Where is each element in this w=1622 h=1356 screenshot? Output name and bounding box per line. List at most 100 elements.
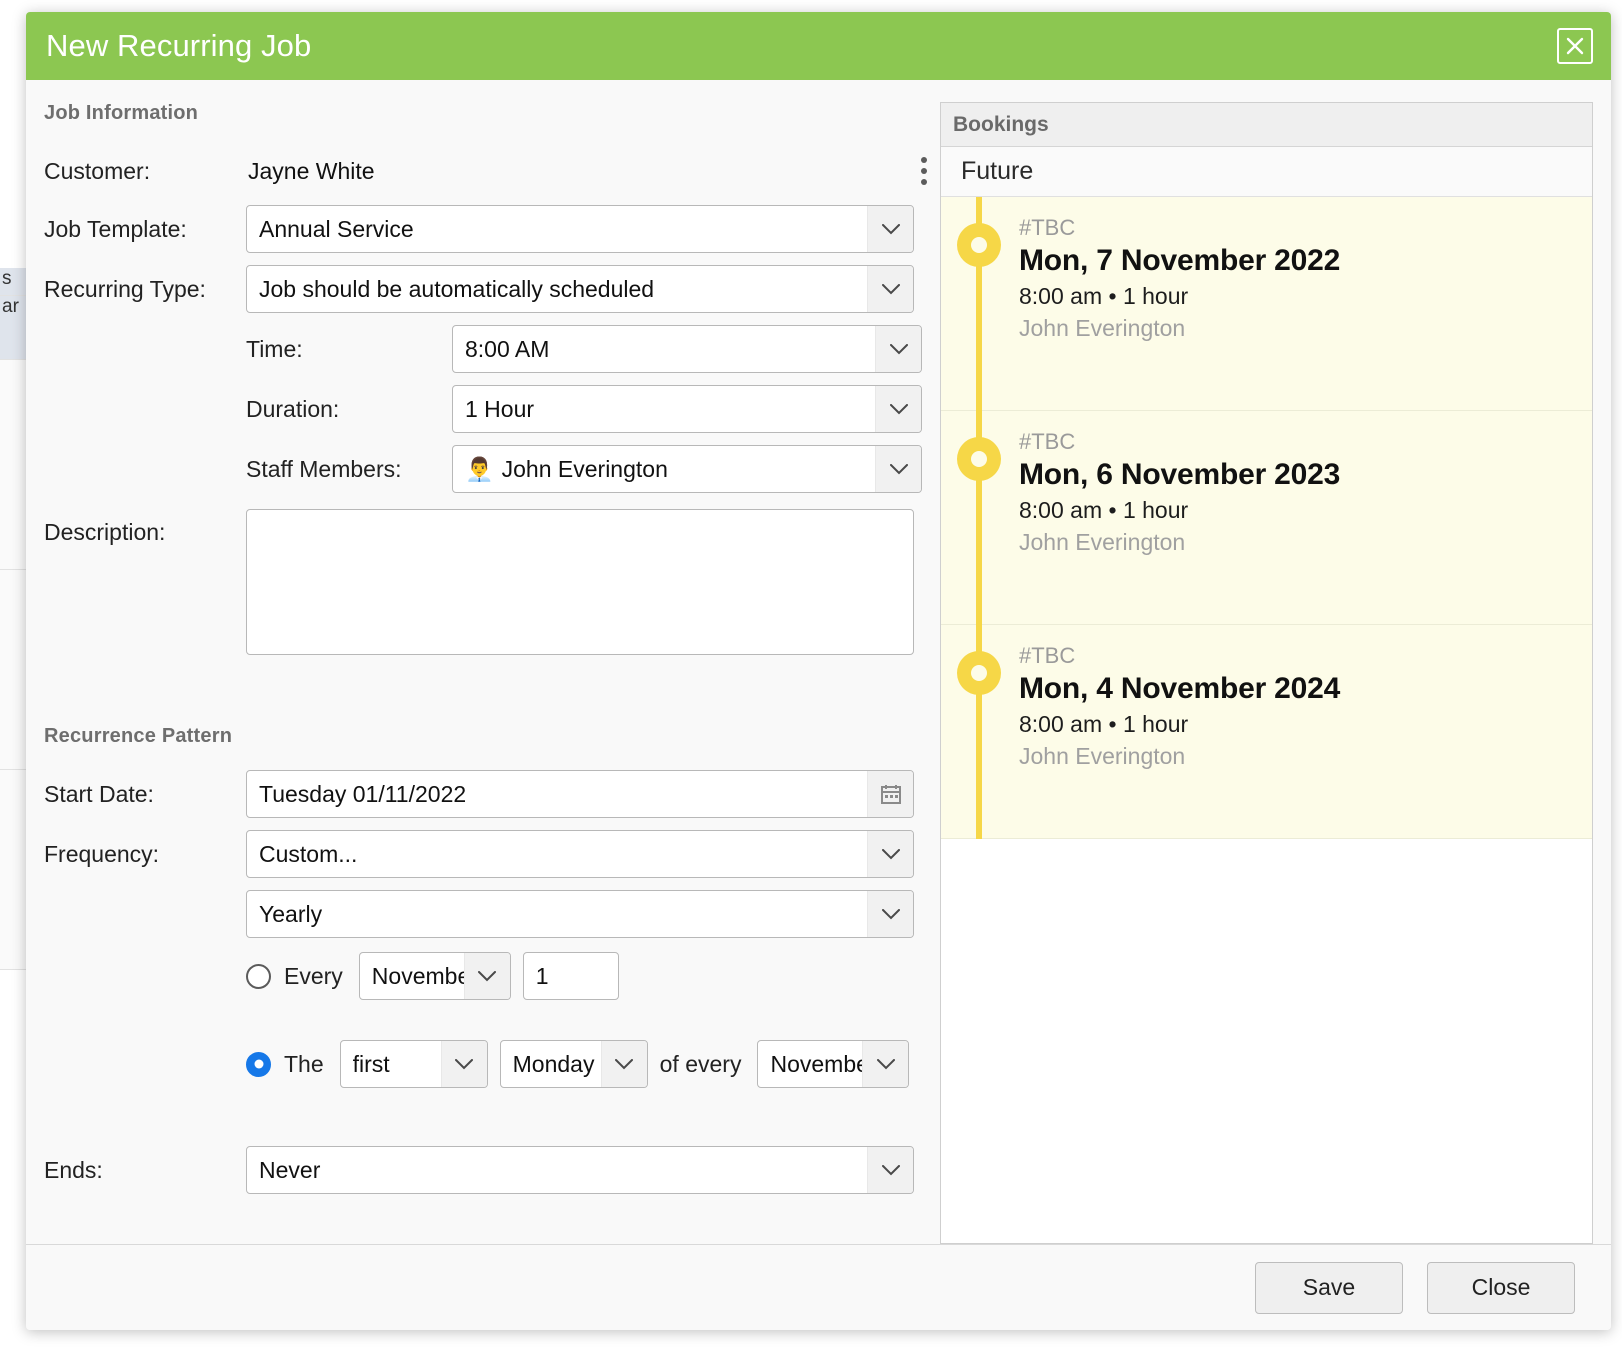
every-month-select[interactable]: November [359, 952, 511, 1000]
background-row [0, 360, 26, 570]
every-label: Every [284, 963, 343, 990]
dialog-titlebar: New Recurring Job [26, 12, 1611, 80]
chevron-down-icon [867, 1147, 913, 1193]
option-spacer [40, 1000, 934, 1024]
dialog-body: Job Information Customer: Jayne White Jo… [26, 80, 1611, 1244]
booking-time: 8:00 am • 1 hour [1019, 711, 1592, 738]
ordinal-select[interactable]: first [340, 1040, 488, 1088]
background-row-selected: s [0, 268, 26, 296]
job-information-heading: Job Information [44, 102, 934, 125]
job-template-select[interactable]: Annual Service [246, 205, 914, 253]
duration-value: 1 Hour [465, 396, 875, 423]
booking-date: Mon, 4 November 2024 [1019, 672, 1592, 706]
status-dot-icon [957, 223, 1001, 267]
duration-label: Duration: [40, 396, 452, 423]
chevron-down-icon [441, 1041, 487, 1087]
staff-members-row: Staff Members: 👨‍💼 John Everington [40, 445, 934, 493]
radio-the[interactable] [246, 1052, 271, 1077]
close-icon[interactable] [1557, 28, 1593, 64]
start-date-value: Tuesday 01/11/2022 [259, 781, 867, 808]
booking-reference: #TBC [1019, 643, 1592, 669]
booking-date: Mon, 6 November 2023 [1019, 458, 1592, 492]
booking-staff: John Everington [1019, 743, 1592, 770]
recurrence-option-every-row: Every November 1 [246, 952, 934, 1000]
of-every-label: of every [660, 1051, 742, 1078]
chevron-down-icon [875, 446, 921, 492]
chevron-down-icon [862, 1041, 908, 1087]
ordinal-value: first [353, 1051, 441, 1078]
booking-staff: John Everington [1019, 315, 1592, 342]
time-value: 8:00 AM [465, 336, 875, 363]
customer-label: Customer: [40, 158, 246, 185]
kebab-menu-icon[interactable] [917, 153, 931, 189]
job-template-label: Job Template: [40, 216, 246, 243]
time-row: Time: 8:00 AM [40, 325, 934, 373]
frequency-select[interactable]: Custom... [246, 830, 914, 878]
calendar-icon[interactable] [867, 771, 913, 817]
chevron-down-icon [867, 266, 913, 312]
radio-every[interactable] [246, 964, 271, 989]
frequency-label: Frequency: [40, 841, 246, 868]
background-row [0, 770, 26, 970]
customer-row: Customer: Jayne White [40, 147, 934, 195]
background-row-selected-2: ar [0, 296, 26, 360]
the-month-select[interactable]: November [757, 1040, 909, 1088]
booking-reference: #TBC [1019, 215, 1592, 241]
list-item[interactable]: #TBC Mon, 6 November 2023 8:00 am • 1 ho… [941, 411, 1592, 625]
recurring-type-row: Recurring Type: Job should be automatica… [40, 265, 934, 313]
booking-date: Mon, 7 November 2022 [1019, 244, 1592, 278]
status-dot-icon [957, 651, 1001, 695]
description-label: Description: [40, 509, 246, 546]
close-button[interactable]: Close [1427, 1262, 1575, 1314]
background-row [0, 570, 26, 770]
job-template-value: Annual Service [259, 216, 867, 243]
staff-members-select[interactable]: 👨‍💼 John Everington [452, 445, 922, 493]
recurring-type-select[interactable]: Job should be automatically scheduled [246, 265, 914, 313]
chevron-down-icon [875, 326, 921, 372]
every-day-number-input[interactable]: 1 [523, 952, 619, 1000]
chevron-down-icon [867, 206, 913, 252]
staff-members-value: John Everington [502, 456, 875, 483]
interval-unit-row: Yearly [40, 890, 934, 938]
chevron-down-icon [867, 891, 913, 937]
save-button[interactable]: Save [1255, 1262, 1403, 1314]
interval-unit-select[interactable]: Yearly [246, 890, 914, 938]
list-item[interactable]: #TBC Mon, 7 November 2022 8:00 am • 1 ho… [941, 197, 1592, 411]
description-textarea[interactable] [246, 509, 914, 655]
status-dot-icon [957, 437, 1001, 481]
the-month-value: November [770, 1051, 862, 1078]
customer-value: Jayne White [246, 158, 375, 185]
chevron-down-icon [875, 386, 921, 432]
description-row: Description: [40, 509, 934, 655]
booking-reference: #TBC [1019, 429, 1592, 455]
dialog-title: New Recurring Job [46, 28, 311, 64]
list-item[interactable]: #TBC Mon, 4 November 2024 8:00 am • 1 ho… [941, 625, 1592, 839]
interval-unit-value: Yearly [259, 901, 867, 928]
booking-staff: John Everington [1019, 529, 1592, 556]
chevron-down-icon [867, 831, 913, 877]
bookings-group-label: Future [941, 147, 1592, 197]
bookings-heading: Bookings [941, 103, 1592, 147]
the-label: The [284, 1051, 324, 1078]
new-recurring-job-dialog: New Recurring Job Job Information Custom… [26, 12, 1611, 1330]
ends-spacer [40, 1088, 934, 1146]
booking-time: 8:00 am • 1 hour [1019, 497, 1592, 524]
ends-label: Ends: [40, 1157, 246, 1184]
recurrence-pattern-heading: Recurrence Pattern [44, 725, 934, 748]
frequency-row: Frequency: Custom... [40, 830, 934, 878]
weekday-value: Monday [513, 1051, 601, 1078]
bookings-list[interactable]: #TBC Mon, 7 November 2022 8:00 am • 1 ho… [941, 197, 1592, 1243]
every-month-value: November [372, 963, 464, 990]
duration-select[interactable]: 1 Hour [452, 385, 922, 433]
start-date-input[interactable]: Tuesday 01/11/2022 [246, 770, 914, 818]
section-spacer [40, 667, 934, 725]
job-template-row: Job Template: Annual Service [40, 205, 934, 253]
time-select[interactable]: 8:00 AM [452, 325, 922, 373]
chevron-down-icon [601, 1041, 647, 1087]
weekday-select[interactable]: Monday [500, 1040, 648, 1088]
start-date-row: Start Date: Tuesday 01/11/2022 [40, 770, 934, 818]
ends-value: Never [259, 1157, 867, 1184]
ends-select[interactable]: Never [246, 1146, 914, 1194]
start-date-label: Start Date: [40, 781, 246, 808]
recurring-type-label: Recurring Type: [40, 276, 246, 303]
